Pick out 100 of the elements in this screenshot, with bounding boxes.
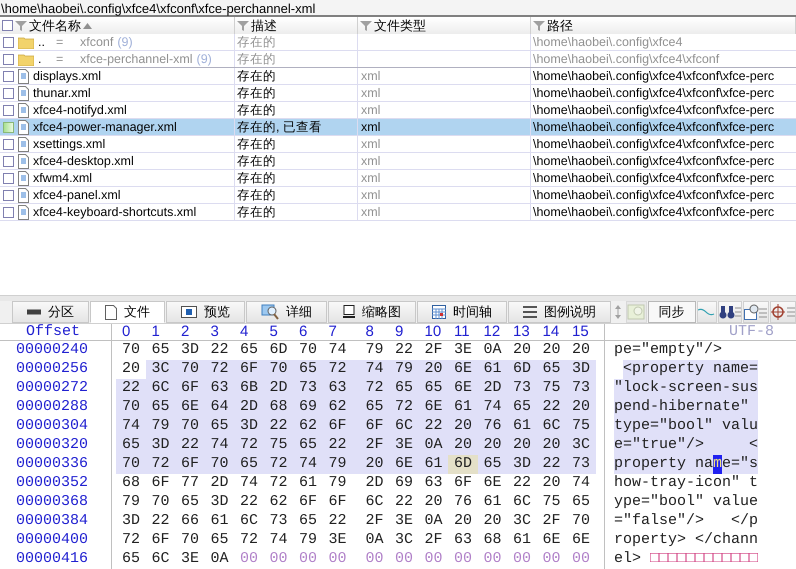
hex-byte[interactable]: 70 [566, 512, 596, 531]
hex-byte[interactable]: 3C [146, 360, 175, 379]
filter-icon[interactable] [533, 20, 545, 32]
hex-byte[interactable]: 20 [448, 436, 478, 455]
hex-byte[interactable]: 68 [264, 398, 293, 417]
view-tab[interactable]: 时间轴 [417, 301, 507, 323]
hex-byte[interactable]: 3E [322, 531, 360, 550]
hex-byte[interactable]: 6F [146, 531, 175, 550]
hex-byte[interactable]: 75 [264, 436, 293, 455]
hex-byte[interactable]: 65 [389, 379, 418, 398]
hex-byte[interactable]: 0A [418, 512, 448, 531]
hex-byte[interactable]: 2F [418, 341, 448, 360]
hex-byte[interactable]: 0A [204, 550, 234, 569]
hex-byte[interactable]: 20 [536, 341, 566, 360]
hex-byte[interactable]: 65 [175, 493, 204, 512]
hex-byte[interactable]: 20 [566, 398, 596, 417]
hex-byte[interactable]: 6B [234, 379, 264, 398]
hex-byte[interactable]: 22 [146, 512, 175, 531]
hex-byte[interactable]: 70 [146, 493, 175, 512]
hex-byte[interactable]: 65 [478, 455, 507, 474]
hex-byte[interactable]: 70 [264, 360, 293, 379]
hex-byte[interactable]: 6F [322, 417, 360, 436]
checkbox[interactable] [3, 122, 14, 132]
checkbox[interactable] [3, 156, 14, 166]
checkbox[interactable] [3, 190, 14, 200]
hex-byte[interactable]: 6D [507, 360, 536, 379]
hex-byte[interactable]: 65 [204, 417, 234, 436]
checkbox[interactable] [3, 54, 14, 64]
hex-byte[interactable]: 74 [293, 455, 322, 474]
hex-byte[interactable]: 75 [536, 493, 566, 512]
hex-byte[interactable]: 64 [204, 398, 234, 417]
hex-byte[interactable]: 22 [536, 455, 566, 474]
hex-byte[interactable]: 61 [448, 398, 478, 417]
hex-byte[interactable]: 22 [536, 398, 566, 417]
hex-byte[interactable]: 72 [389, 398, 418, 417]
hex-byte[interactable]: 6C [146, 550, 175, 569]
hex-byte[interactable]: 6E [175, 398, 204, 417]
hex-byte[interactable]: 73 [293, 379, 322, 398]
hex-byte[interactable]: 74 [116, 417, 146, 436]
hex-byte[interactable]: 79 [322, 474, 360, 493]
view-tab[interactable]: 缩略图 [328, 301, 416, 323]
hex-byte[interactable]: 65 [116, 550, 146, 569]
hex-byte[interactable]: 6C [507, 493, 536, 512]
checkbox[interactable] [2, 20, 13, 31]
hex-byte[interactable]: 61 [507, 531, 536, 550]
hex-byte[interactable]: 65 [507, 398, 536, 417]
hex-byte[interactable]: 72 [234, 531, 264, 550]
hex-byte[interactable]: 20 [478, 512, 507, 531]
hex-byte[interactable]: 70 [204, 455, 234, 474]
hex-byte[interactable]: 20 [566, 341, 596, 360]
hex-byte[interactable]: 65 [116, 436, 146, 455]
hex-byte[interactable]: 6F [234, 360, 264, 379]
hex-byte[interactable]: 20 [116, 360, 146, 379]
hex-byte[interactable]: 74 [264, 531, 293, 550]
filter-icon[interactable] [360, 20, 372, 32]
hex-byte[interactable]: 79 [146, 417, 175, 436]
hex-byte[interactable]: 22 [322, 512, 360, 531]
checkbox[interactable] [3, 172, 14, 184]
hex-byte[interactable]: 77 [175, 474, 204, 493]
hex-byte[interactable]: 6E [536, 531, 566, 550]
checkbox[interactable] [3, 138, 14, 150]
checkbox[interactable] [3, 36, 14, 48]
file-row[interactable]: xfce4-power-manager.xml 存在的, 已查看 xml \home\haobei\.config\xfce4\xfconf\xfce-perc [0, 119, 796, 136]
hex-byte[interactable]: 68 [478, 531, 507, 550]
view-tab[interactable]: 详细 [246, 301, 327, 323]
filter-icon[interactable] [15, 20, 27, 32]
view-tab[interactable]: 预览 [166, 301, 245, 323]
hex-byte[interactable]: 6E [448, 379, 478, 398]
hex-byte[interactable]: 0A [418, 436, 448, 455]
hex-byte[interactable]: 0A [360, 531, 389, 550]
hex-byte[interactable]: 20 [536, 436, 566, 455]
hex-byte[interactable]: 3C [389, 531, 418, 550]
hex-byte[interactable]: 74 [566, 474, 596, 493]
hex-byte[interactable]: 65 [293, 360, 322, 379]
hex-byte[interactable]: 20 [448, 417, 478, 436]
hex-byte[interactable]: 74 [204, 436, 234, 455]
checkbox[interactable] [3, 70, 14, 82]
hex-byte[interactable]: 79 [116, 493, 146, 512]
schedule-button[interactable] [743, 301, 769, 323]
hex-byte[interactable]: 6F [293, 493, 322, 512]
hex-byte[interactable]: 72 [234, 436, 264, 455]
hex-byte[interactable]: 2F [418, 531, 448, 550]
hex-byte[interactable]: 6D [448, 455, 478, 474]
hex-byte[interactable]: 22 [175, 436, 204, 455]
hex-byte[interactable]: 6E [389, 455, 418, 474]
hex-byte[interactable]: 61 [204, 512, 234, 531]
hex-byte[interactable]: 75 [536, 379, 566, 398]
hex-byte[interactable]: 74 [360, 360, 389, 379]
hex-byte[interactable]: 2D [360, 474, 389, 493]
hex-byte[interactable]: 62 [322, 398, 360, 417]
hex-byte[interactable]: 69 [389, 474, 418, 493]
hex-byte[interactable]: 73 [566, 379, 596, 398]
hex-byte[interactable]: 6C [389, 417, 418, 436]
hex-byte[interactable]: 2D [234, 398, 264, 417]
hex-byte[interactable]: 22 [418, 417, 448, 436]
hex-byte[interactable]: 6F [448, 474, 478, 493]
hex-byte[interactable]: 70 [293, 341, 322, 360]
hex-byte[interactable]: 2D [478, 379, 507, 398]
hex-byte[interactable]: 3D [234, 417, 264, 436]
target-button[interactable] [770, 301, 796, 323]
